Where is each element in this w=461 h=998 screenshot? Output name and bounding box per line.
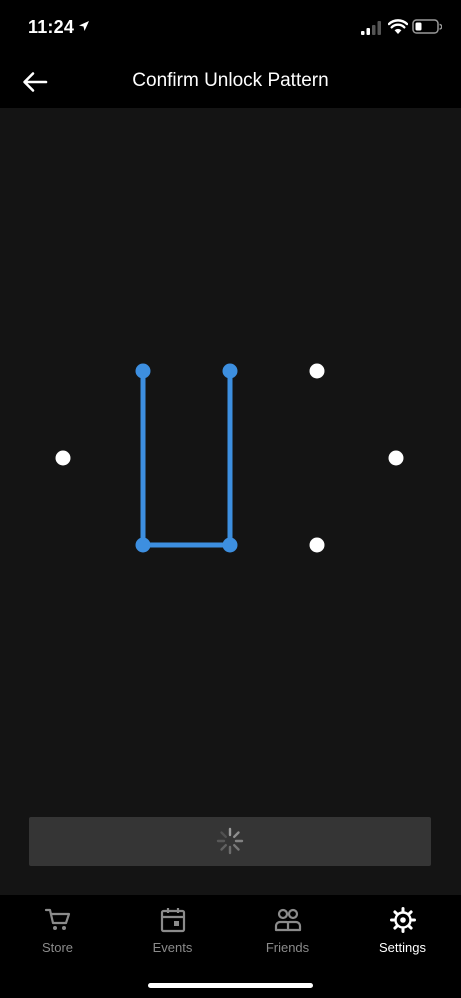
wifi-icon (388, 19, 408, 34)
battery-icon (412, 19, 442, 34)
pattern-dot-middle-left[interactable] (55, 450, 71, 466)
pattern-dot-bottom-right[interactable] (309, 537, 325, 553)
location-arrow-icon (79, 21, 89, 31)
pattern-dot-top-left[interactable] (135, 363, 151, 379)
people-icon (274, 908, 302, 932)
calendar-icon (160, 908, 186, 933)
gear-icon (390, 907, 416, 933)
tab-settings-label: Settings (379, 940, 426, 955)
spinner-icon (216, 827, 244, 855)
tab-events-label: Events (152, 940, 193, 955)
tab-store-label: Store (41, 940, 74, 955)
tab-events[interactable]: Events (115, 895, 230, 975)
pattern-dot-top-center[interactable] (222, 363, 238, 379)
tab-friends[interactable]: Friends (230, 895, 345, 975)
pattern-dot-bottom-left[interactable] (135, 537, 151, 553)
status-time: 11:24 (28, 17, 75, 37)
pattern-dot-bottom-center[interactable] (222, 537, 238, 553)
tab-store[interactable]: Store (0, 895, 115, 975)
header: Confirm Unlock Pattern (0, 56, 461, 108)
tab-friends-label: Friends (265, 940, 310, 955)
cart-icon (44, 908, 71, 930)
pattern-area (0, 108, 461, 895)
unlock-pattern-grid[interactable] (0, 108, 461, 808)
pattern-path-line (140, 368, 233, 548)
cellular-signal-icon (361, 21, 381, 35)
page-title: Confirm Unlock Pattern (132, 70, 329, 91)
pattern-dot-top-right[interactable] (309, 363, 325, 379)
pattern-dot-middle-right[interactable] (388, 450, 404, 466)
tab-settings[interactable]: Settings (345, 895, 460, 975)
status-bar: 11:24 (0, 0, 461, 56)
home-indicator (148, 983, 313, 988)
